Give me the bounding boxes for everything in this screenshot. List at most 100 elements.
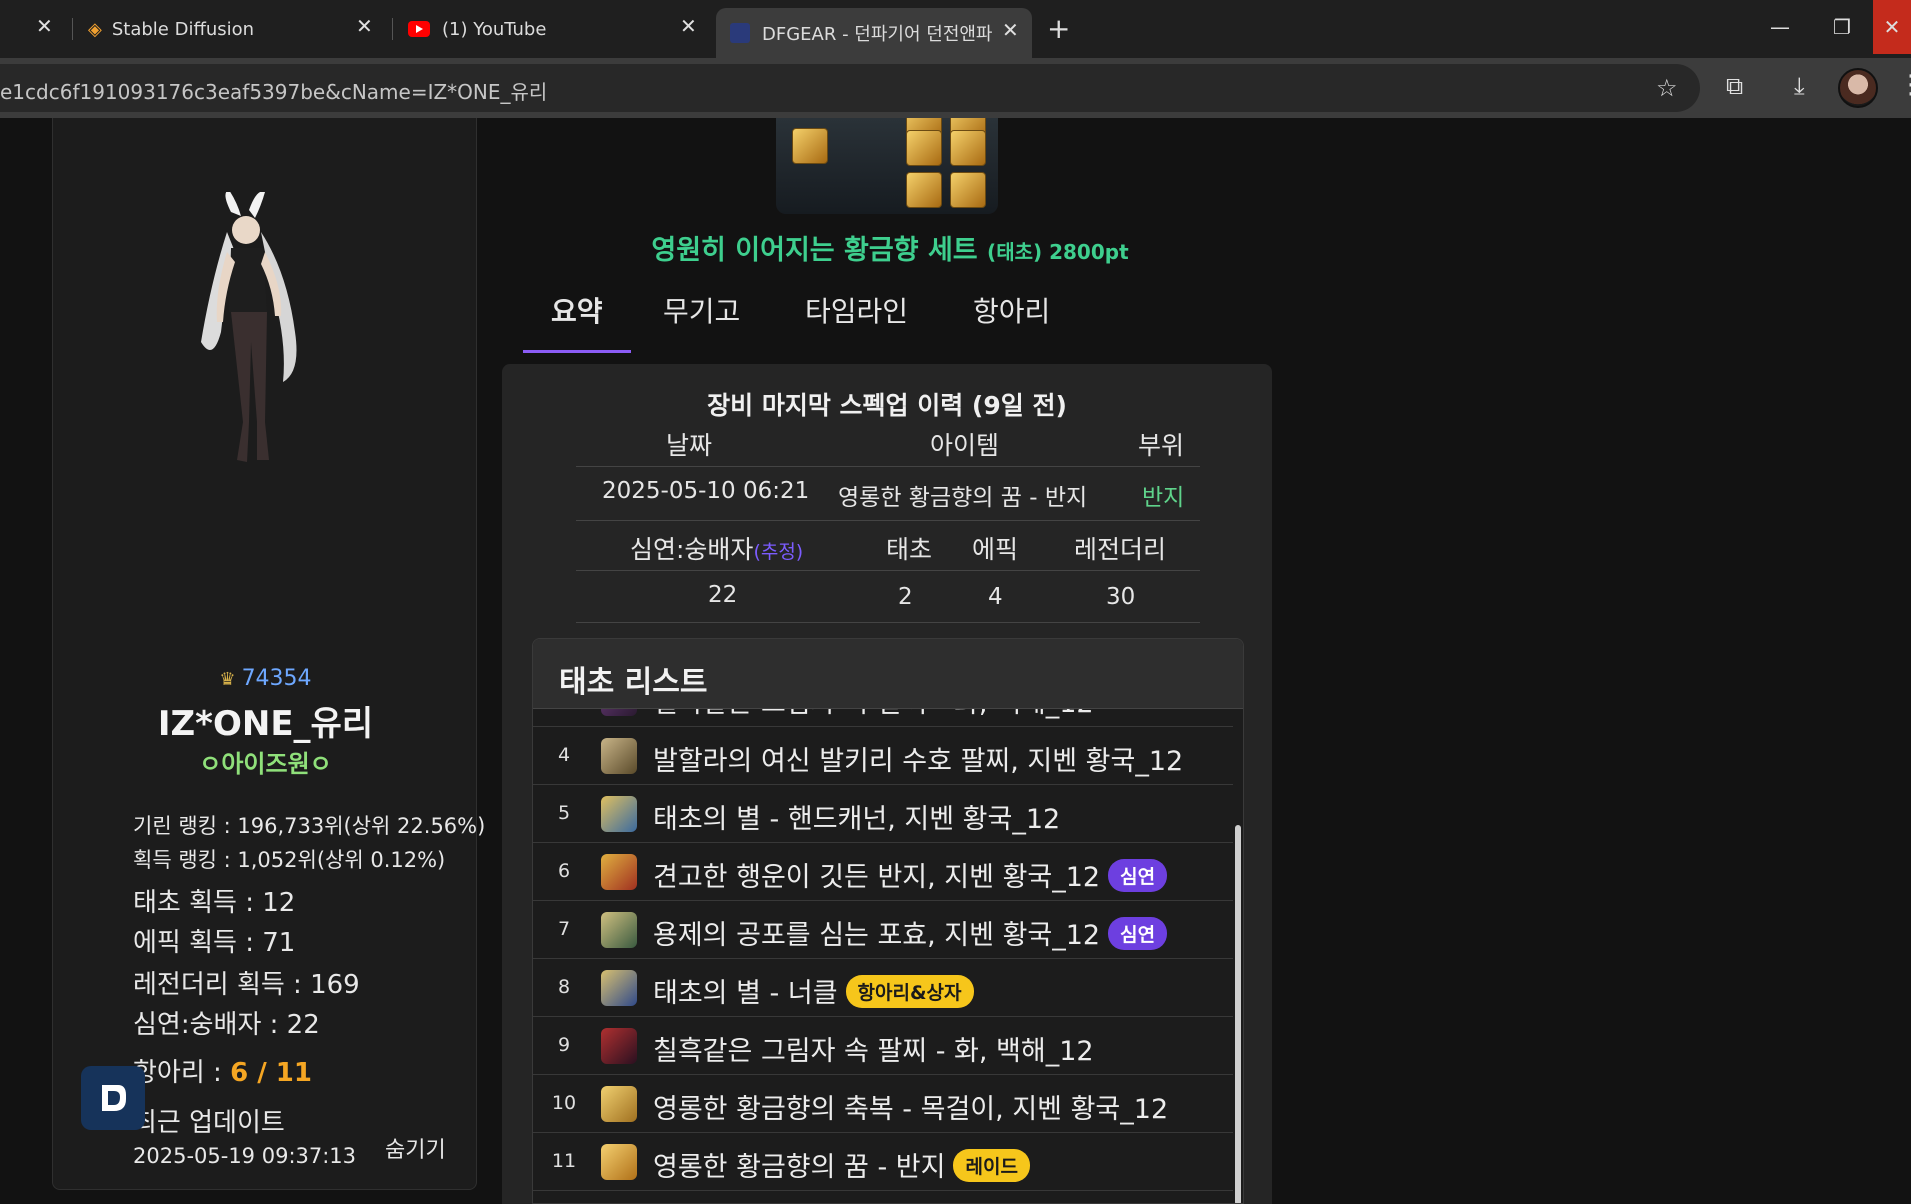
taecho-value: 2	[898, 584, 913, 610]
item-name: 태초의 별 - 핸드캐넌, 지벤 황국_12	[653, 804, 1061, 835]
divider	[576, 466, 1200, 467]
youtube-icon	[408, 21, 430, 37]
character-name: IZ*ONE_유리	[157, 704, 374, 744]
hangari-current: 6	[230, 1058, 249, 1088]
taecho-list-title: 태초 리스트	[559, 665, 708, 700]
item-number: 4	[557, 744, 571, 766]
support-item-icon	[601, 912, 637, 948]
fame-crest-icon: ♛	[219, 669, 236, 690]
header-legendary: 레전더리	[1074, 535, 1167, 564]
spec-date: 2025-05-10 06:21	[602, 478, 810, 504]
hangari-box-badge: 항아리&상자	[845, 975, 974, 1008]
taecho-list-body[interactable]: 칠흑같은 그림자 속 팔찌 - 화, 백해_12 4 발할라의 여신 발키리 수…	[533, 709, 1243, 1203]
list-item[interactable]: 5 태초의 별 - 핸드캐넌, 지벤 황국_12	[533, 785, 1233, 843]
set-name: 영원히 이어지는 황금향 세트	[651, 235, 978, 266]
bracelet-icon	[601, 738, 637, 774]
tab-partial[interactable]: ✕	[0, 8, 60, 50]
tab-hangari[interactable]: 항아리	[973, 290, 1050, 330]
omnibox[interactable]: e1cdc6f191093176c3eaf5397be&cName=IZ*ONE…	[0, 64, 1700, 112]
item-name-text: 용제의 공포를 심는 포효, 지벤 황국_12	[653, 920, 1101, 951]
legendary-count: 레전더리 획득 : 169	[133, 970, 360, 1000]
list-item[interactable]: 9 칠흑같은 그림자 속 팔찌 - 화, 백해_12	[533, 1017, 1233, 1075]
spec-slot: 반지	[1142, 485, 1185, 511]
ring-icon	[601, 1144, 637, 1180]
raid-badge: 레이드	[953, 1149, 1030, 1182]
guild-name: ㅇ아이즈원ㅇ	[199, 750, 332, 778]
estimate-note: (추정)	[753, 541, 804, 563]
item-name: 영롱한 황금향의 꿈 - 반지 레이드	[653, 1145, 1030, 1185]
list-scrollbar[interactable]	[1235, 825, 1241, 1203]
tab-separator	[392, 18, 393, 40]
taecho-list: 태초 리스트 칠흑같은 그림자 속 팔찌 - 화, 백해_12 4 발할라의 여…	[532, 638, 1244, 1204]
hangari-total: 11	[275, 1058, 312, 1088]
handcannon-icon	[601, 796, 637, 832]
profile-avatar[interactable]	[1838, 68, 1878, 108]
taecho-list-header: 태초 리스트	[533, 639, 1243, 709]
item-slot-icon	[906, 130, 942, 166]
list-item[interactable]: 7 용제의 공포를 심는 포효, 지벤 황국_12 심연	[533, 901, 1233, 959]
item-name-text: 영롱한 황금향의 꿈 - 반지	[653, 1152, 946, 1183]
update-label: 최근 업데이트	[133, 1108, 285, 1138]
active-tab-indicator	[523, 350, 631, 353]
basic-ranking: 기린 랭킹 : 196,733위(상위 22.56%)	[133, 814, 486, 838]
divider	[576, 570, 1200, 571]
stable-diffusion-icon: ◈	[88, 18, 102, 40]
abyss-badge: 심연	[1108, 859, 1168, 892]
hangari-count: 항아리 : 6 / 11	[133, 1052, 312, 1089]
necklace-icon	[601, 1086, 637, 1122]
list-item[interactable]: 4 발할라의 여신 발키리 수호 팔찌, 지벤 황국_12	[533, 727, 1233, 785]
list-item[interactable]: 칠흑같은 그림자 속 팔찌 - 화, 백해_12	[533, 709, 1233, 727]
ring-icon	[601, 854, 637, 890]
divider	[576, 622, 1200, 623]
set-item-image	[776, 118, 998, 214]
item-slot-icon	[792, 128, 828, 164]
tab-armory[interactable]: 무기고	[663, 290, 740, 330]
header-item: 아이템	[930, 431, 1000, 460]
hide-link[interactable]: 숨기기	[385, 1132, 446, 1164]
item-name: 칠흑같은 그림자 속 팔찌 - 화, 백해_12	[653, 709, 1094, 720]
close-icon[interactable]: ✕	[356, 14, 373, 38]
list-item[interactable]: 6 견고한 행운이 깃든 반지, 지벤 황국_12 심연	[533, 843, 1233, 901]
bookmark-star-icon[interactable]: ☆	[1656, 74, 1678, 102]
new-tab-button[interactable]: +	[1047, 12, 1070, 45]
extensions-icon[interactable]: ⧉	[1726, 72, 1743, 100]
tab-dfgear[interactable]: DFGEAR - 던파기어 던전앤파이 ✕	[716, 8, 1032, 58]
restore-button[interactable]: ❐	[1811, 0, 1873, 54]
tab-title: Stable Diffusion	[111, 18, 255, 40]
minimize-button[interactable]: —	[1749, 0, 1811, 54]
tab-title: (1) YouTube	[442, 18, 547, 40]
character-sprite	[201, 192, 297, 462]
close-icon[interactable]: ✕	[1002, 18, 1019, 42]
tab-stable-diffusion[interactable]: ◈ Stable Diffusion ✕	[80, 8, 380, 50]
list-item[interactable]: 8 태초의 별 - 너클 항아리&상자	[533, 959, 1233, 1017]
hangari-label: 항아리 :	[133, 1058, 231, 1088]
bracelet-icon	[601, 1028, 637, 1064]
item-name: 태초의 별 - 너클 항아리&상자	[653, 971, 974, 1011]
close-icon[interactable]: ✕	[36, 14, 53, 38]
item-slot-icon	[906, 172, 942, 208]
download-icon[interactable]: ⤓	[1794, 72, 1805, 100]
header-date: 날짜	[666, 431, 713, 460]
item-number: 11	[551, 1150, 577, 1172]
item-name: 용제의 공포를 심는 포효, 지벤 황국_12 심연	[653, 913, 1168, 953]
fame-value: 74354	[241, 666, 312, 691]
list-item[interactable]	[533, 1191, 1233, 1203]
dfgear-icon	[730, 23, 750, 43]
item-name: 견고한 행운이 깃든 반지, 지벤 황국_12 심연	[653, 855, 1168, 895]
acquisition-ranking: 획득 랭킹 : 1,052위(상위 0.12%)	[133, 848, 446, 872]
item-slot-icon	[950, 172, 986, 208]
list-item[interactable]: 11 영롱한 황금향의 꿈 - 반지 레이드	[533, 1133, 1233, 1191]
menu-kebab-icon[interactable]: ⋮	[1898, 70, 1911, 100]
close-icon[interactable]: ✕	[680, 14, 697, 38]
divider	[576, 520, 1200, 521]
tab-summary[interactable]: 요약	[551, 290, 603, 330]
tab-timeline[interactable]: 타임라인	[805, 290, 908, 330]
abyss-badge: 심연	[1108, 917, 1168, 950]
window-close-button[interactable]: ✕	[1873, 0, 1911, 54]
list-item[interactable]: 10 영롱한 황금향의 축복 - 목걸이, 지벤 황국_12	[533, 1075, 1233, 1133]
url-text[interactable]: e1cdc6f191093176c3eaf5397be&cName=IZ*ONE…	[0, 76, 547, 105]
header-slot: 부위	[1138, 431, 1185, 460]
tab-youtube[interactable]: (1) YouTube ✕	[400, 8, 700, 50]
dundam-app-icon[interactable]	[81, 1066, 145, 1130]
legendary-value: 30	[1106, 584, 1136, 610]
